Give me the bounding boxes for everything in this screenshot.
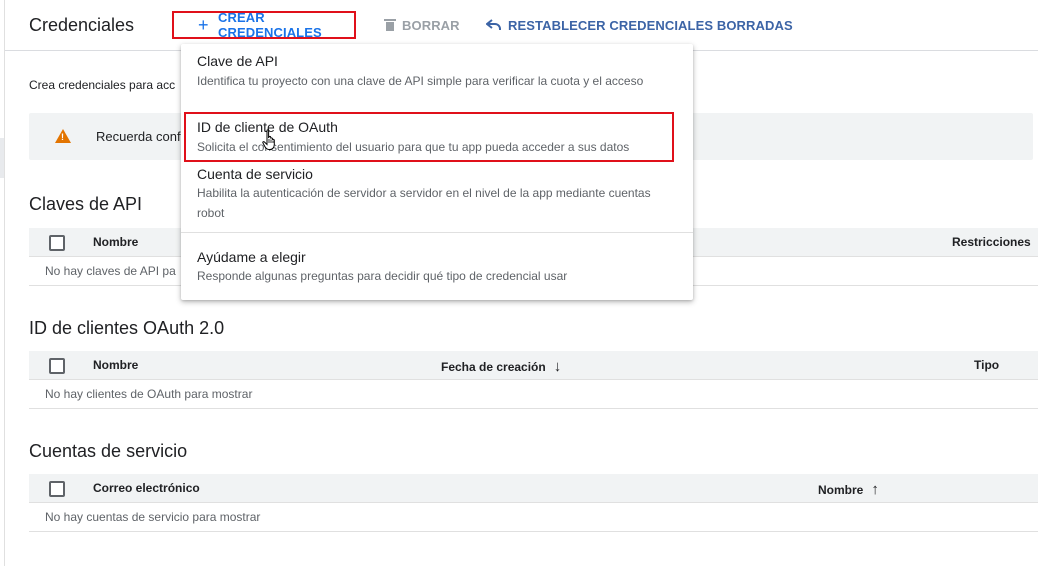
delete-button[interactable]: BORRAR [384, 11, 460, 39]
empty-message: No hay cuentas de servicio para mostrar [45, 510, 261, 524]
oauth-clients-table-header: Nombre Fecha de creación ↓ Tipo [29, 351, 1038, 380]
nav-active-marker [0, 138, 4, 178]
menu-item-description: Identifica tu proyecto con una clave de … [197, 74, 644, 88]
column-header-creation-date[interactable]: Fecha de creación ↓ [441, 358, 561, 375]
restore-label: RESTABLECER CREDENCIALES BORRADAS [508, 17, 793, 33]
menu-item-api-key[interactable]: Clave de API Identifica tu proyecto con … [181, 44, 693, 110]
menu-divider [181, 232, 693, 233]
menu-item-title: Ayúdame a elegir [197, 249, 306, 265]
restore-deleted-credentials-button[interactable]: RESTABLECER CREDENCIALES BORRADAS [486, 11, 793, 39]
hand-pointer-icon [262, 129, 275, 150]
page-title: Credenciales [29, 15, 135, 35]
trash-icon [384, 19, 396, 31]
menu-item-title: Clave de API [197, 53, 278, 69]
column-header-restrictions[interactable]: Restricciones [952, 235, 1031, 249]
service-accounts-table-header: Correo electrónico Nombre ↑ [29, 474, 1038, 503]
table-row: No hay cuentas de servicio para mostrar [29, 503, 1038, 532]
arrow-up-icon: ↑ [871, 481, 879, 498]
menu-item-description: Habilita la autenticación de servidor a … [197, 186, 651, 220]
create-credentials-label: CREAR CREDENCIALES [218, 10, 322, 40]
oauth-clients-section-title: ID de clientes OAuth 2.0 [29, 318, 225, 338]
column-header-creation-date-label: Fecha de creación [441, 360, 546, 374]
column-header-email[interactable]: Correo electrónico [93, 481, 200, 495]
empty-message: No hay clientes de OAuth para mostrar [45, 387, 253, 401]
create-credentials-menu: Clave de API Identifica tu proyecto con … [181, 44, 693, 300]
menu-item-description: Responde algunas preguntas para decidir … [197, 269, 568, 283]
column-header-type[interactable]: Tipo [974, 358, 999, 372]
page-description: Crea credenciales para acc [29, 78, 176, 92]
menu-item-help-me-choose[interactable]: Ayúdame a elegir Responde algunas pregun… [181, 240, 693, 296]
api-keys-section-title: Claves de API [29, 194, 143, 214]
create-credentials-button[interactable]: + CREAR CREDENCIALES [172, 10, 356, 40]
select-all-checkbox[interactable] [49, 481, 65, 497]
column-header-name-label: Nombre [818, 483, 864, 497]
menu-item-service-account[interactable]: Cuenta de servicio Habilita la autentica… [181, 164, 693, 230]
select-all-checkbox[interactable] [49, 358, 65, 374]
banner-text: Recuerda confi [96, 129, 184, 144]
table-row: No hay clientes de OAuth para mostrar [29, 380, 1038, 409]
menu-item-title: Cuenta de servicio [197, 166, 313, 182]
column-header-name[interactable]: Nombre ↑ [818, 481, 879, 498]
service-accounts-section-title: Cuentas de servicio [29, 441, 188, 461]
warning-icon [55, 129, 71, 143]
menu-item-oauth-client-id[interactable]: ID de cliente de OAuth Solicita el conse… [181, 112, 693, 164]
select-all-checkbox[interactable] [49, 235, 65, 251]
empty-message: No hay claves de API pa [45, 264, 176, 278]
arrow-down-icon: ↓ [553, 358, 562, 375]
undo-icon [486, 19, 501, 30]
column-header-name[interactable]: Nombre [93, 235, 138, 249]
delete-label: BORRAR [402, 17, 460, 33]
plus-icon: + [198, 15, 209, 35]
left-nav-edge [0, 0, 5, 566]
column-header-name[interactable]: Nombre [93, 358, 138, 372]
